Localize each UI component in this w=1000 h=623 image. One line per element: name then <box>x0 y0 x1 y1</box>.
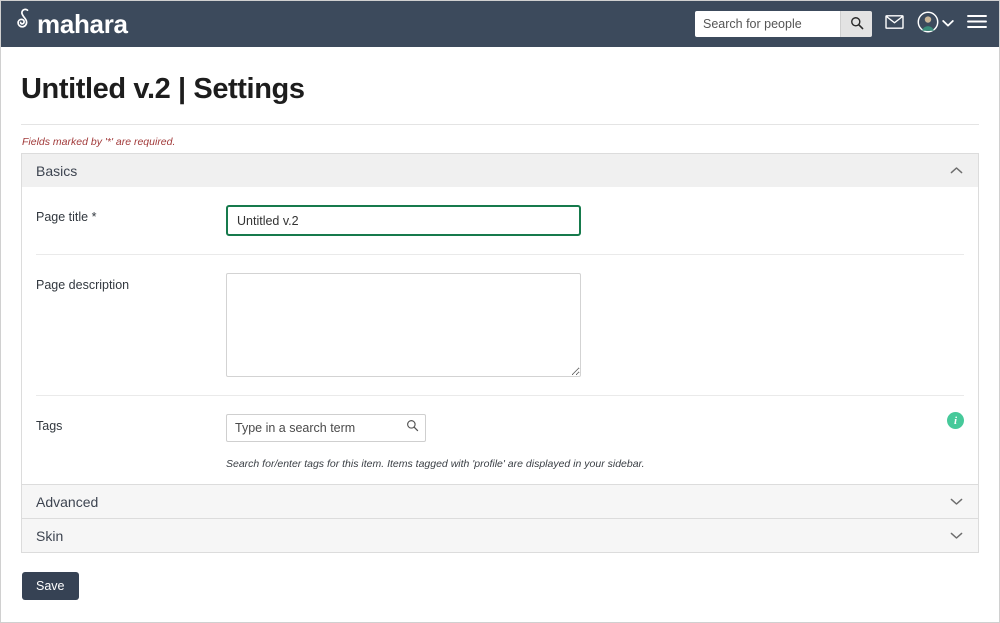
form-row-tags: Tags Type in a search term Search for/en… <box>36 396 964 484</box>
page-description-textarea[interactable] <box>226 273 581 377</box>
required-marker: * <box>91 210 97 224</box>
panel-basics-header[interactable]: Basics <box>22 154 978 187</box>
panel-advanced: Advanced <box>22 485 978 519</box>
chevron-down-icon <box>942 15 954 33</box>
main-content: Untitled v.2 | Settings Fields marked by… <box>1 73 999 600</box>
page-title-label-text: Page title <box>36 210 89 224</box>
site-header: mahara <box>1 1 999 47</box>
settings-panel-group: Basics Page title * Untitled v.2 Page de… <box>21 153 979 553</box>
tags-input[interactable] <box>227 415 399 441</box>
tags-input-group <box>226 414 426 442</box>
search-input[interactable] <box>695 11 840 37</box>
tags-label: Tags <box>36 419 63 433</box>
page-title-label: Page title * <box>36 205 226 224</box>
panel-skin: Skin <box>22 519 978 552</box>
user-avatar-icon <box>917 11 939 38</box>
chevron-up-icon[interactable] <box>948 166 964 175</box>
user-menu-button[interactable] <box>917 11 954 38</box>
envelope-icon <box>885 14 904 34</box>
chevron-down-icon[interactable] <box>948 531 964 540</box>
chevron-down-icon[interactable] <box>948 497 964 506</box>
people-search-group <box>695 11 872 37</box>
mahara-loop-logo-icon <box>15 7 35 42</box>
page-description-field-wrap <box>226 273 964 377</box>
tags-search-button[interactable] <box>399 419 425 437</box>
panel-advanced-title: Advanced <box>36 493 99 510</box>
panel-advanced-header[interactable]: Advanced <box>22 485 978 518</box>
search-submit-button[interactable] <box>840 11 872 37</box>
search-icon <box>406 419 419 437</box>
tags-info-icon[interactable]: i <box>947 412 964 429</box>
tags-field-wrap: Search for/enter tags for this item. Ite… <box>226 414 964 470</box>
page-title-input[interactable] <box>226 205 581 236</box>
required-fields-note: Fields marked by '*' are required. <box>22 136 176 148</box>
app-window: mahara Search for people Untitled v.2 | … <box>0 0 1000 623</box>
form-row-page-title: Page title * <box>36 187 964 255</box>
panel-basics: Basics Page title * Untitled v.2 Page de… <box>22 154 978 485</box>
brand-logo-link[interactable]: mahara <box>15 7 128 42</box>
hamburger-menu-icon <box>967 14 987 34</box>
page-title-field-wrap <box>226 205 964 236</box>
panel-basics-title: Basics <box>36 162 78 179</box>
inbox-mail-button[interactable] <box>885 14 904 34</box>
page-title: Untitled v.2 | Settings <box>21 73 305 105</box>
search-icon <box>850 16 864 33</box>
tags-help-text: Search for/enter tags for this item. Ite… <box>226 458 645 470</box>
panel-skin-title: Skin <box>36 527 64 544</box>
panel-basics-body: Page title * Page description <box>22 187 978 484</box>
save-button[interactable]: Save <box>22 572 79 600</box>
page-description-label: Page description <box>36 278 130 292</box>
form-row-page-description: Page description <box>36 255 964 396</box>
main-menu-button[interactable] <box>967 14 987 34</box>
header-actions <box>695 11 987 38</box>
title-divider <box>21 124 979 125</box>
panel-skin-header[interactable]: Skin <box>22 519 978 552</box>
brand-name: mahara <box>37 9 128 39</box>
